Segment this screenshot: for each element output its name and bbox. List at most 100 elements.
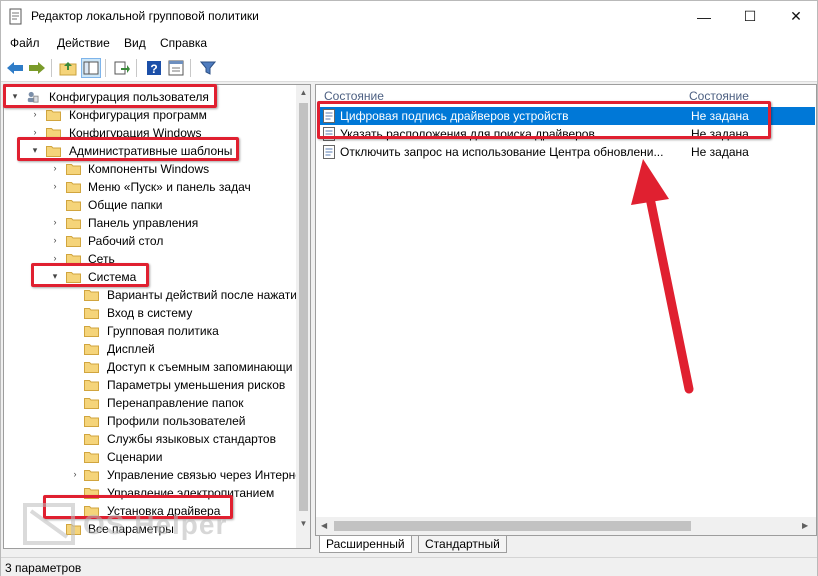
tree-item-label: Общие папки [88, 198, 163, 212]
tree-item[interactable]: › Управление связью через Интерне [4, 466, 302, 484]
tree-item[interactable]: Доступ к съемным запоминающи [4, 358, 296, 376]
list-horizontal-scrollbar[interactable]: ◀ ▶ [316, 517, 816, 535]
svg-text:?: ? [150, 62, 157, 76]
scroll-down-icon[interactable]: ▼ [298, 519, 309, 528]
tree-item[interactable]: › Компоненты Windows [4, 160, 296, 178]
expand-chevron-icon[interactable]: › [30, 127, 40, 137]
list-pane: Состояние Состояние Цифровая подпись дра… [315, 84, 817, 536]
help-button[interactable]: ? [144, 58, 164, 78]
show-tree-button[interactable] [81, 58, 101, 78]
highlight-system [31, 263, 149, 287]
folder-icon [84, 380, 99, 391]
menu-file[interactable]: Файл [10, 36, 40, 50]
back-button[interactable] [5, 58, 25, 78]
close-icon: ✕ [790, 8, 802, 24]
expand-chevron-icon[interactable]: › [50, 217, 60, 227]
tree-item-label: Меню «Пуск» и панель задач [88, 180, 251, 194]
tree-item-label: Параметры уменьшения рисков [107, 378, 286, 392]
tree-item[interactable]: Варианты действий после нажатия [4, 286, 303, 304]
tree-item[interactable]: Сценарии [4, 448, 296, 466]
tree-item[interactable]: › Панель управления [4, 214, 296, 232]
forward-button[interactable] [27, 58, 47, 78]
tree-item[interactable]: Дисплей [4, 340, 296, 358]
menu-view[interactable]: Вид [124, 36, 146, 50]
toolbar-separator [190, 59, 191, 77]
toolbar: ? [1, 54, 817, 82]
scroll-left-icon[interactable]: ◀ [321, 521, 327, 530]
expand-chevron-icon[interactable]: › [50, 163, 60, 173]
tree-item-label: Перенаправление папок [107, 396, 244, 410]
tree-item[interactable]: Групповая политика [4, 322, 296, 340]
no-expander [70, 433, 80, 443]
expand-chevron-icon[interactable]: › [50, 235, 60, 245]
tree-item-label: Компоненты Windows [88, 162, 210, 176]
tree-item-label: Доступ к съемным запоминающи [107, 360, 293, 374]
gpedit-window: Редактор локальной групповой политики — … [0, 0, 818, 576]
tree-item-label: Сценарии [107, 450, 163, 464]
expand-chevron-icon[interactable]: › [30, 109, 40, 119]
tree-item-label: Групповая политика [107, 324, 219, 338]
scroll-thumb[interactable] [334, 521, 691, 531]
tree-vertical-scrollbar[interactable]: ▲ ▼ [296, 85, 310, 548]
up-folder-button[interactable] [58, 58, 78, 78]
maximize-button[interactable]: ☐ [727, 1, 773, 32]
no-expander [70, 415, 80, 425]
policy-setting-icon [323, 145, 335, 159]
filter-button[interactable] [198, 58, 218, 78]
no-expander [70, 307, 80, 317]
status-text: 3 параметров [5, 561, 82, 575]
maximize-icon: ☐ [743, 8, 757, 24]
no-expander [70, 379, 80, 389]
title-bar: Редактор локальной групповой политики — … [1, 1, 817, 32]
minimize-button[interactable]: — [681, 1, 727, 32]
help-icon: ? [147, 61, 161, 76]
folder-icon [46, 110, 61, 121]
tree-item-label: Вход в систему [107, 306, 193, 320]
expand-chevron-icon[interactable]: › [50, 253, 60, 263]
tree-item-label: Профили пользователей [107, 414, 246, 428]
tree-item[interactable]: Параметры уменьшения рисков [4, 376, 296, 394]
highlight-admin-templates [17, 137, 239, 161]
tree-item[interactable]: Перенаправление папок [4, 394, 296, 412]
folder-icon [66, 164, 81, 175]
watermark-logo-icon [23, 503, 75, 545]
show-tree-icon [83, 61, 99, 75]
expand-chevron-icon[interactable]: › [70, 469, 80, 479]
properties-icon [168, 60, 184, 76]
no-expander [70, 397, 80, 407]
menu-help[interactable]: Справка [160, 36, 207, 50]
no-expander [70, 325, 80, 335]
menu-action[interactable]: Действие [57, 36, 110, 50]
export-icon [114, 61, 130, 75]
properties-button[interactable] [166, 58, 186, 78]
view-tabs: Расширенный Стандартный [315, 536, 817, 554]
scroll-up-icon[interactable]: ▲ [298, 88, 309, 97]
no-expander [70, 289, 80, 299]
folder-icon [84, 434, 99, 445]
scroll-right-icon[interactable]: ▶ [802, 521, 808, 530]
back-arrow-icon [7, 62, 23, 74]
scroll-thumb[interactable] [299, 103, 308, 511]
folder-icon [84, 416, 99, 427]
watermark: OS Helper [21, 499, 271, 549]
tree-item-label: Управление связью через Интерне [107, 468, 302, 482]
tree-item[interactable]: › Рабочий стол [4, 232, 296, 250]
tree-item[interactable]: Общие папки [4, 196, 296, 214]
expand-chevron-icon[interactable]: › [50, 181, 60, 191]
tree-item[interactable]: › Меню «Пуск» и панель задач [4, 178, 296, 196]
no-expander [50, 199, 60, 209]
tree-item-label: Варианты действий после нажатия [107, 288, 304, 302]
tree-item-label: Рабочий стол [88, 234, 164, 248]
tree-item[interactable]: Вход в систему [4, 304, 296, 322]
tree-item[interactable]: Профили пользователей [4, 412, 296, 430]
export-button[interactable] [112, 58, 132, 78]
red-arrow-icon [631, 159, 694, 394]
close-button[interactable]: ✕ [773, 1, 818, 32]
up-folder-icon [59, 62, 77, 76]
filter-icon [200, 61, 216, 75]
tree-item[interactable]: Службы языковых стандартов [4, 430, 296, 448]
tree-item[interactable]: › Конфигурация программ [4, 106, 296, 124]
tab-extended[interactable]: Расширенный [319, 536, 412, 553]
tab-standard[interactable]: Стандартный [418, 536, 507, 553]
policy-row[interactable]: Отключить запрос на использование Центра… [318, 143, 815, 161]
